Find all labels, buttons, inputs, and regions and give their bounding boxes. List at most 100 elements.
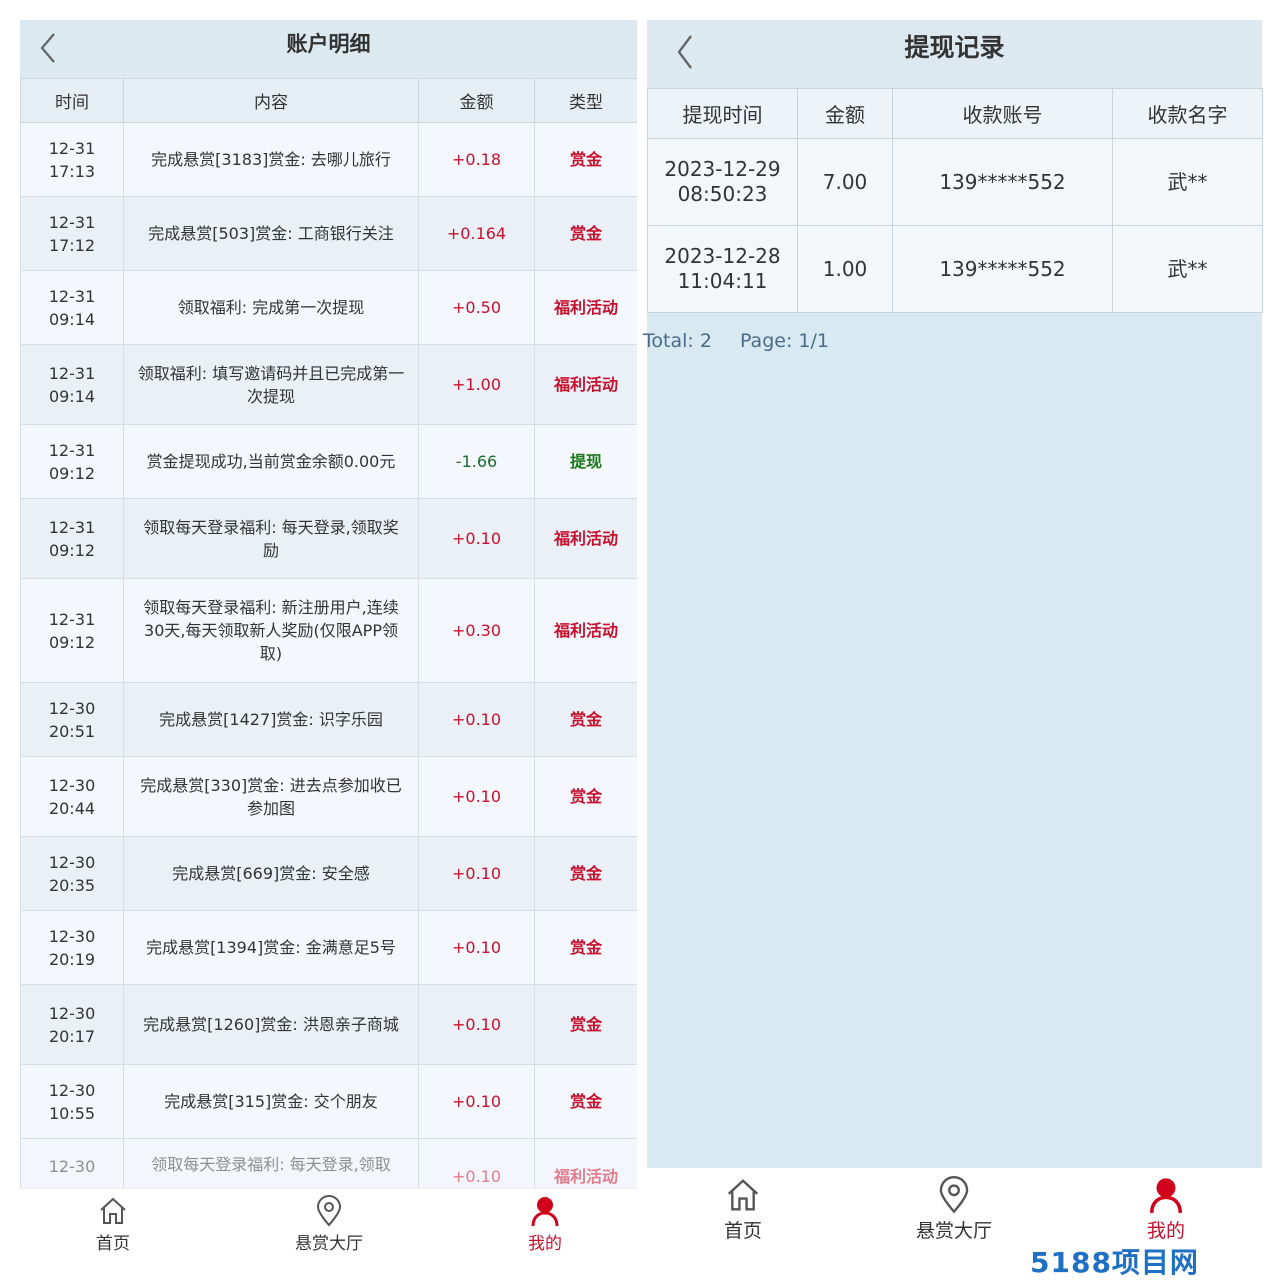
nav-hall[interactable]: 悬赏大厅	[269, 1195, 389, 1254]
row-time: 12-31 09:12	[20, 578, 124, 683]
row-time: 12-31 09:14	[20, 270, 124, 345]
row-content: 完成悬赏[503]赏金: 工商银行关注	[123, 196, 419, 271]
row-account: 139*****552	[892, 225, 1113, 313]
page-title: 账户明细	[286, 32, 371, 56]
row-content: 领取每天登录福利: 每天登录,领取奖励	[123, 498, 419, 579]
table-row: 12-31 09:12 领取每天登录福利: 每天登录,领取奖励 +0.10 福利活…	[20, 498, 637, 579]
account-table: 时间 内容 金额 类型 12-31 17:13 完成悬赏[3183]赏金: 去哪儿…	[20, 78, 637, 1188]
table-header-row: 时间 内容 金额 类型	[20, 78, 637, 123]
nav-hall-label: 悬赏大厅	[295, 1234, 363, 1254]
header-bar: 账户明细	[20, 20, 637, 78]
account-table-container[interactable]: 时间 内容 金额 类型 12-31 17:13 完成悬赏[3183]赏金: 去哪儿…	[20, 78, 637, 1188]
account-detail-screen: 账户明细 时间 内容 金额 类型 12-31 17:13 完成悬赏[3183]赏金…	[20, 20, 637, 1254]
home-icon	[100, 1197, 126, 1224]
row-amount: +0.10	[418, 910, 535, 985]
row-type: 赏金	[534, 196, 637, 271]
watermark-logo: 5188项目网	[1030, 1246, 1199, 1279]
row-amount: +0.30	[418, 578, 535, 683]
page-title: 提现记录	[904, 33, 1005, 62]
col-header-amount: 金额	[418, 78, 535, 123]
col-header-name: 收款名字	[1112, 88, 1263, 139]
table-row: 12-30 10:55 完成悬赏[315]赏金: 交个朋友 +0.10 赏金	[20, 1064, 637, 1139]
row-amount: 1.00	[797, 225, 893, 313]
row-type: 赏金	[534, 756, 637, 837]
table-row: 12-31 17:12 完成悬赏[503]赏金: 工商银行关注 +0.164 赏金	[20, 196, 637, 271]
row-amount: +0.10	[418, 682, 535, 757]
home-icon	[727, 1179, 759, 1211]
table-row: 2023-12-29 08:50:23 7.00 139*****552 武**	[647, 138, 1263, 226]
row-type: 福利活动	[534, 498, 637, 579]
table-row: 12-31 09:14 领取福利: 填写邀请码并且已完成第一次提现 +1.00 福…	[20, 344, 637, 425]
row-amount: -1.66	[418, 424, 535, 499]
nav-mine-label: 我的	[528, 1234, 562, 1254]
row-type: 福利活动	[534, 344, 637, 425]
row-content: 完成悬赏[3183]赏金: 去哪儿旅行	[123, 122, 419, 197]
row-amount: +0.10	[418, 984, 535, 1065]
row-amount: +0.164	[418, 196, 535, 271]
row-content: 领取福利: 填写邀请码并且已完成第一次提现	[123, 344, 419, 425]
row-time: 12-31 09:12	[20, 498, 124, 579]
row-amount: 7.00	[797, 138, 893, 226]
row-content: 领取每天登录福利: 每天登录,领取	[123, 1138, 419, 1188]
user-icon	[531, 1197, 559, 1227]
row-time: 12-30 20:35	[20, 836, 124, 911]
col-header-time: 时间	[20, 78, 124, 123]
table-row: 12-30 20:19 完成悬赏[1394]赏金: 金满意足5号 +0.10 赏金	[20, 910, 637, 985]
nav-home[interactable]: 首页	[673, 1176, 813, 1246]
row-amount: +0.50	[418, 270, 535, 345]
nav-home-label: 首页	[96, 1234, 130, 1254]
row-time: 12-31 17:13	[20, 122, 124, 197]
row-time: 12-30 20:19	[20, 910, 124, 985]
table-row: 12-30 领取每天登录福利: 每天登录,领取 +0.10 福利活动	[20, 1138, 637, 1188]
nav-mine-label: 我的	[1146, 1220, 1185, 1242]
row-time: 12-30 20:44	[20, 756, 124, 837]
row-amount: +0.10	[418, 836, 535, 911]
col-header-withdraw-time: 提现时间	[647, 88, 798, 139]
row-type: 赏金	[534, 910, 637, 985]
row-type: 福利活动	[534, 270, 637, 345]
row-withdraw-time: 2023-12-29 08:50:23	[647, 138, 798, 226]
row-amount: +0.10	[418, 498, 535, 579]
row-content: 领取福利: 完成第一次提现	[123, 270, 419, 345]
row-amount: +0.10	[418, 1138, 535, 1188]
row-amount: +0.10	[418, 756, 535, 837]
nav-hall[interactable]: 悬赏大厅	[884, 1176, 1024, 1246]
row-time: 12-31 17:12	[20, 196, 124, 271]
table-row: 12-31 09:14 领取福利: 完成第一次提现 +0.50 福利活动	[20, 270, 637, 345]
row-type: 赏金	[534, 682, 637, 757]
table-row: 12-30 20:51 完成悬赏[1427]赏金: 识字乐园 +0.10 赏金	[20, 682, 637, 757]
nav-home[interactable]: 首页	[53, 1195, 173, 1254]
nav-mine[interactable]: 我的	[485, 1195, 605, 1254]
row-amount: +0.18	[418, 122, 535, 197]
total-count: Total: 2	[643, 330, 712, 352]
row-time: 12-30 20:51	[20, 682, 124, 757]
bottom-nav: 首页 悬赏大厅 我的	[647, 1168, 1262, 1252]
col-header-amount: 金额	[797, 88, 893, 139]
withdraw-table: 提现时间 金额 收款账号 收款名字 2023-12-29 08:50:23 7.0…	[647, 88, 1263, 313]
row-content: 完成悬赏[669]赏金: 安全感	[123, 836, 419, 911]
nav-mine[interactable]: 我的	[1096, 1176, 1236, 1246]
row-content: 赏金提现成功,当前赏金余额0.00元	[123, 424, 419, 499]
row-type: 赏金	[534, 1064, 637, 1139]
row-time: 12-31 09:14	[20, 344, 124, 425]
row-amount: +1.00	[418, 344, 535, 425]
row-time: 12-30	[20, 1138, 124, 1188]
row-time: 12-30 20:17	[20, 984, 124, 1065]
pagination-summary: Total: 2 Page: 1/1	[643, 330, 851, 352]
nav-hall-label: 悬赏大厅	[915, 1220, 992, 1242]
header-bar: 提现记录	[647, 20, 1262, 88]
row-content: 完成悬赏[330]赏金: 进去点参加收已参加图	[123, 756, 419, 837]
row-time: 12-30 10:55	[20, 1064, 124, 1139]
table-row: 2023-12-28 11:04:11 1.00 139*****552 武**	[647, 225, 1263, 313]
row-time: 12-31 09:12	[20, 424, 124, 499]
row-type: 赏金	[534, 984, 637, 1065]
page-indicator: Page: 1/1	[739, 330, 829, 352]
row-type: 提现	[534, 424, 637, 499]
col-header-type: 类型	[534, 78, 637, 123]
nav-home-label: 首页	[723, 1220, 762, 1242]
table-row: 12-31 09:12 赏金提现成功,当前赏金余额0.00元 -1.66 提现	[20, 424, 637, 499]
row-content: 完成悬赏[1427]赏金: 识字乐园	[123, 682, 419, 757]
row-content: 领取每天登录福利: 新注册用户,连续30天,每天领取新人奖励(仅限APP领取)	[123, 578, 419, 683]
table-row: 12-31 17:13 完成悬赏[3183]赏金: 去哪儿旅行 +0.18 赏金	[20, 122, 637, 197]
row-type: 赏金	[534, 122, 637, 197]
